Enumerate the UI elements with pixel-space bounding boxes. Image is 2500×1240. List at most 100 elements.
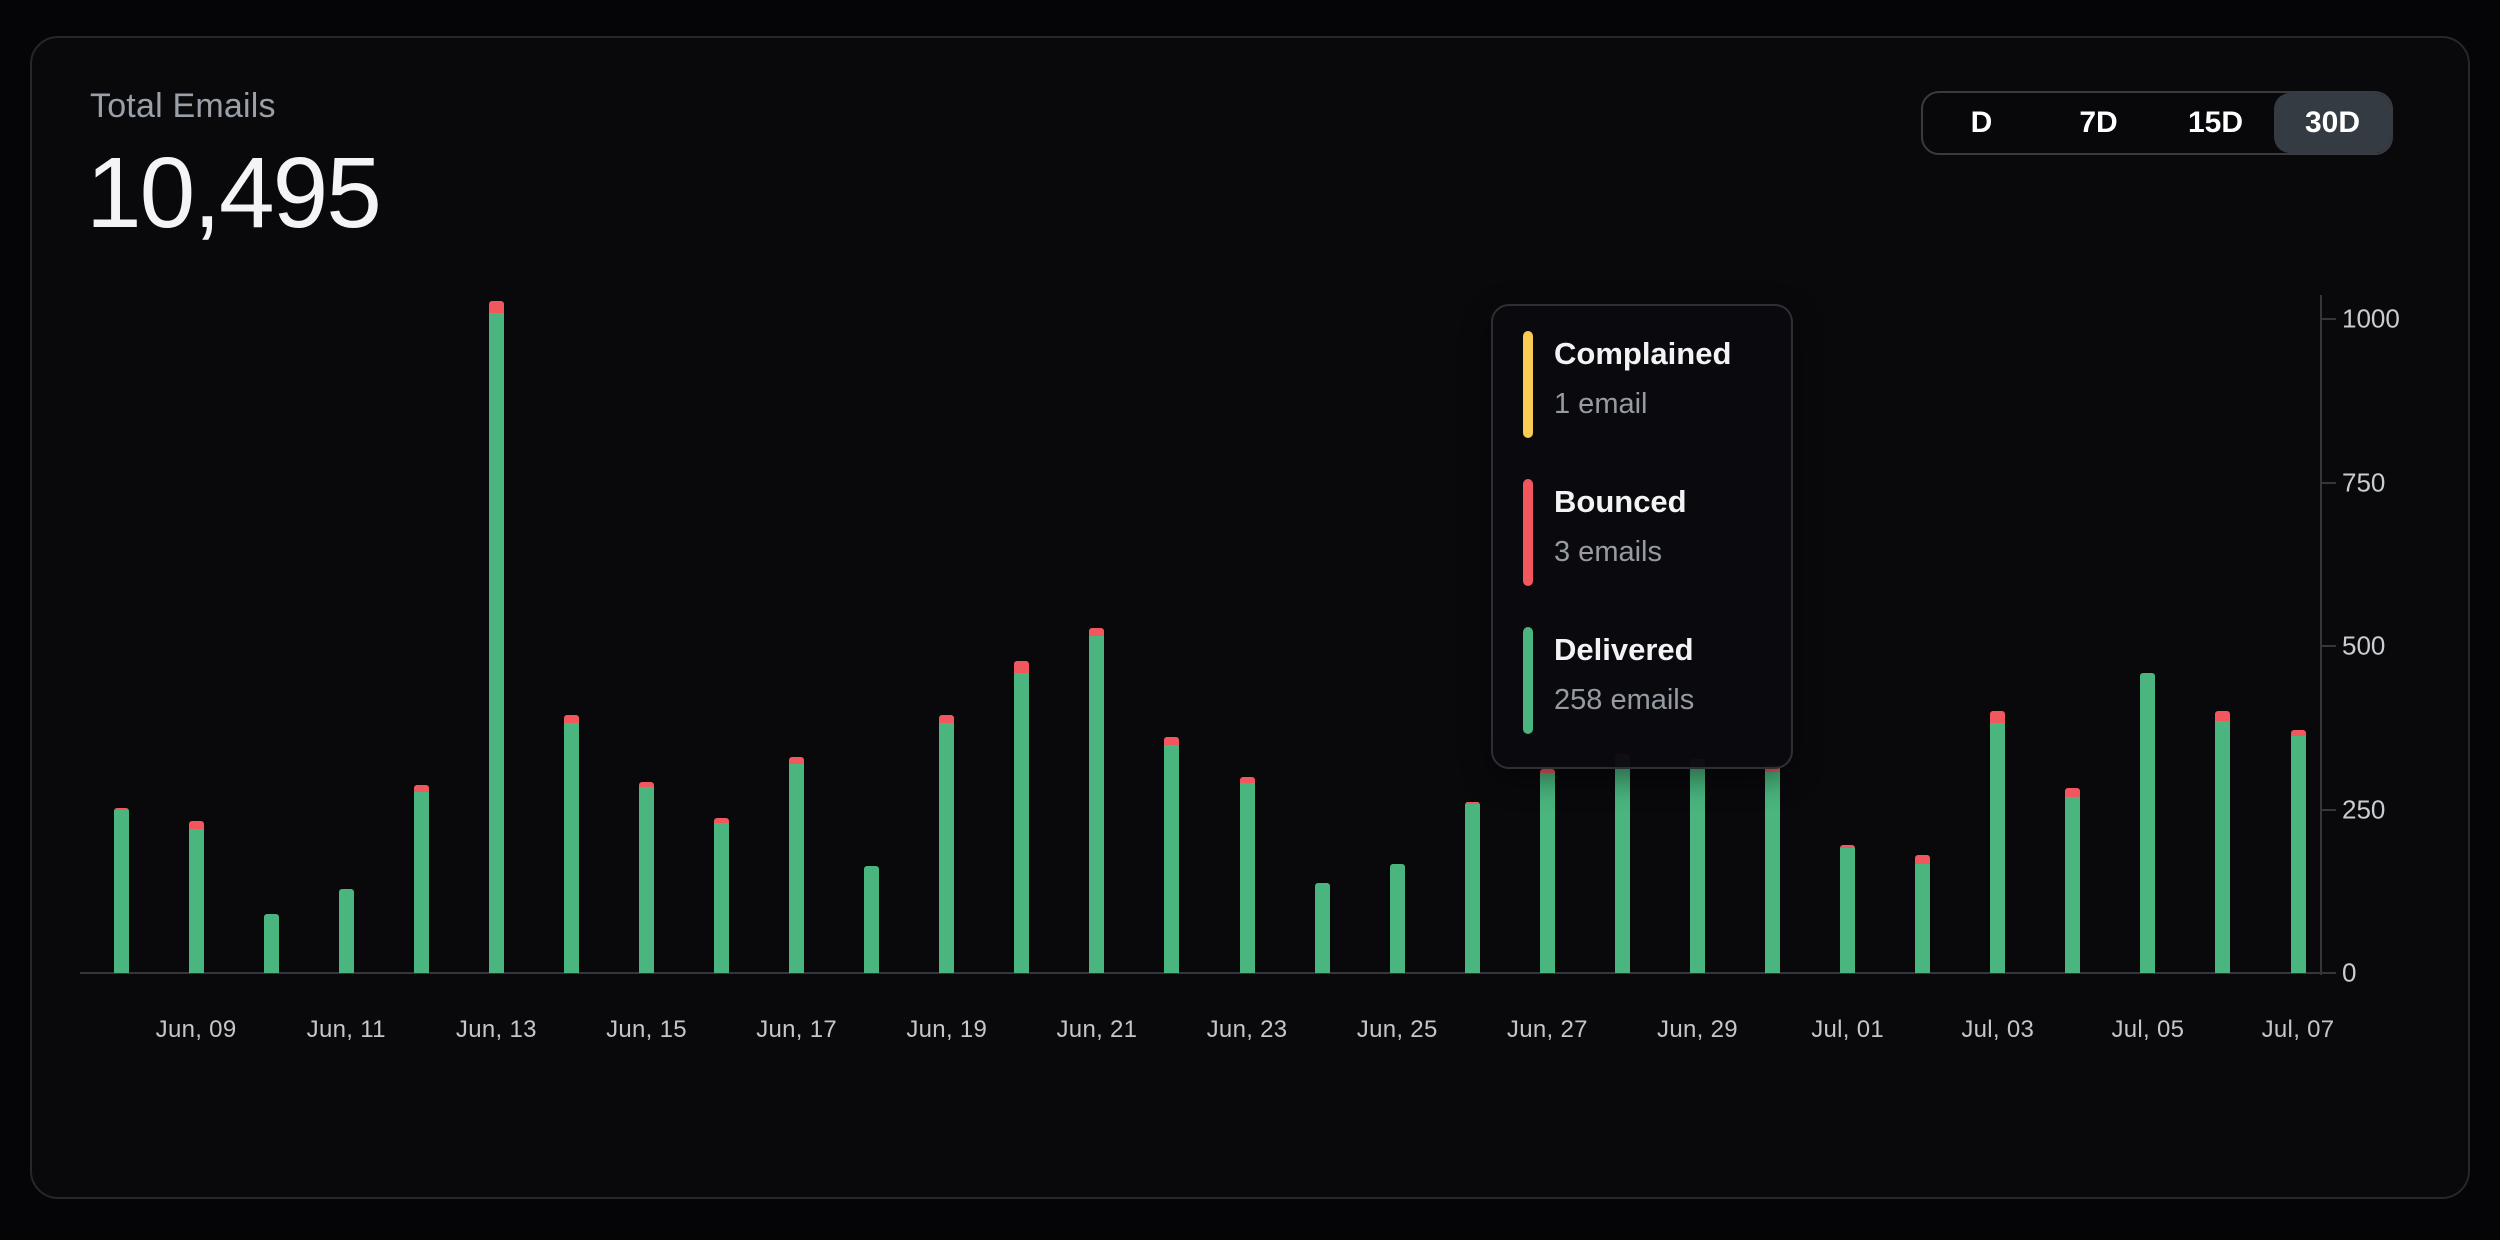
segment-delivered	[2215, 721, 2230, 973]
segment-delivered	[189, 829, 204, 973]
emails-bar-chart: 02505007501000 Jun, 09Jun, 11Jun, 13Jun,…	[32, 38, 2472, 1201]
y-tick-mark	[2322, 972, 2336, 974]
bar-jun-17[interactable]	[789, 757, 804, 973]
segment-delivered	[114, 810, 129, 974]
bar-jun-30[interactable]	[1765, 765, 1780, 973]
bar-jul-04[interactable]	[2065, 788, 2080, 973]
bar-jun-22[interactable]	[1164, 737, 1179, 973]
segment-bounced	[189, 821, 204, 829]
x-tick-label: Jun, 25	[1357, 1016, 1438, 1044]
segment-bounced	[489, 301, 504, 313]
bar-jul-06[interactable]	[2215, 711, 2230, 973]
segment-delivered	[1315, 883, 1330, 973]
segment-delivered	[564, 723, 579, 973]
segment-bounced	[1164, 737, 1179, 745]
bounced-color-bar	[1523, 479, 1533, 586]
y-tick-mark	[2322, 809, 2336, 811]
segment-delivered	[1915, 864, 1930, 973]
bar-jun-08[interactable]	[114, 808, 129, 973]
x-tick-label: Jun, 23	[1207, 1016, 1288, 1044]
delivered-color-bar	[1523, 627, 1533, 734]
complained-value: 1 email	[1554, 387, 1731, 421]
segment-delivered	[789, 764, 804, 973]
bar-jun-12[interactable]	[414, 785, 429, 973]
y-tick-label: 500	[2342, 631, 2432, 662]
bar-jul-05[interactable]	[2140, 673, 2155, 973]
bar-jul-07[interactable]	[2291, 730, 2306, 973]
bar-jun-24[interactable]	[1315, 883, 1330, 973]
complained-color-bar	[1523, 331, 1533, 438]
bounced-value: 3 emails	[1554, 535, 1687, 569]
segment-delivered	[1765, 772, 1780, 973]
segment-bounced	[939, 715, 954, 723]
segment-delivered	[1540, 773, 1555, 973]
segment-delivered	[864, 866, 879, 973]
segment-bounced	[2215, 711, 2230, 720]
y-tick-mark	[2322, 318, 2336, 320]
bar-jun-13[interactable]	[489, 301, 504, 973]
bar-jun-25[interactable]	[1390, 864, 1405, 973]
segment-delivered	[1240, 783, 1255, 973]
bar-jun-21[interactable]	[1089, 628, 1104, 973]
x-tick-label: Jun, 17	[756, 1016, 837, 1044]
segment-delivered	[639, 787, 654, 973]
segment-bounced	[1089, 628, 1104, 636]
y-tick-label: 750	[2342, 467, 2432, 498]
segment-delivered	[1690, 765, 1705, 973]
y-tick-mark	[2322, 645, 2336, 647]
bar-jun-09[interactable]	[189, 821, 204, 973]
segment-delivered	[1089, 636, 1104, 973]
bar-jun-20[interactable]	[1014, 661, 1029, 973]
bar-jun-10[interactable]	[264, 914, 279, 973]
complained-label: Complained	[1554, 335, 1731, 373]
x-tick-label: Jun, 09	[156, 1016, 237, 1044]
bar-jun-19[interactable]	[939, 715, 954, 973]
segment-delivered	[1840, 848, 1855, 973]
tooltip-row-delivered: Delivered 258 emails	[1523, 627, 1791, 734]
x-tick-label: Jun, 29	[1657, 1016, 1738, 1044]
x-tick-label: Jun, 13	[456, 1016, 537, 1044]
segment-delivered	[1465, 804, 1480, 973]
segment-bounced	[789, 757, 804, 765]
segment-delivered	[2291, 736, 2306, 973]
segment-delivered	[414, 792, 429, 973]
x-tick-label: Jul, 05	[2111, 1016, 2184, 1044]
x-tick-label: Jun, 21	[1056, 1016, 1137, 1044]
bar-jun-23[interactable]	[1240, 777, 1255, 973]
bar-jun-16[interactable]	[714, 818, 729, 973]
segment-bounced	[1014, 661, 1029, 673]
segment-delivered	[714, 823, 729, 973]
bar-jun-27[interactable]	[1540, 769, 1555, 973]
segment-delivered	[264, 914, 279, 973]
y-tick-label: 0	[2342, 958, 2432, 989]
segment-delivered	[1014, 673, 1029, 973]
bar-jun-14[interactable]	[564, 715, 579, 973]
bar-jun-18[interactable]	[864, 866, 879, 973]
x-tick-label: Jun, 11	[307, 1016, 386, 1044]
bar-jul-03[interactable]	[1990, 711, 2005, 973]
segment-bounced	[1990, 711, 2005, 723]
x-tick-label: Jun, 15	[606, 1016, 687, 1044]
bar-jun-15[interactable]	[639, 782, 654, 973]
bar-jun-29[interactable]	[1690, 759, 1705, 974]
bar-jun-28[interactable]	[1615, 754, 1630, 973]
bounced-label: Bounced	[1554, 483, 1687, 521]
segment-delivered	[339, 889, 354, 973]
y-axis-line	[2320, 295, 2322, 975]
bar-jul-01[interactable]	[1840, 845, 1855, 973]
tooltip-row-bounced: Bounced 3 emails	[1523, 479, 1791, 586]
x-tick-label: Jun, 27	[1507, 1016, 1588, 1044]
delivered-value: 258 emails	[1554, 683, 1694, 717]
delivered-label: Delivered	[1554, 631, 1694, 669]
y-tick-mark	[2322, 482, 2336, 484]
bar-jun-11[interactable]	[339, 889, 354, 973]
segment-delivered	[2140, 673, 2155, 973]
segment-bounced	[2065, 788, 2080, 797]
tooltip-row-complained: Complained 1 email	[1523, 331, 1791, 438]
bar-jul-02[interactable]	[1915, 855, 1930, 973]
x-tick-label: Jun, 19	[906, 1016, 987, 1044]
segment-bounced	[564, 715, 579, 723]
segment-delivered	[1615, 760, 1630, 973]
x-tick-label: Jul, 03	[1961, 1016, 2034, 1044]
bar-jun-26[interactable]	[1465, 802, 1480, 973]
